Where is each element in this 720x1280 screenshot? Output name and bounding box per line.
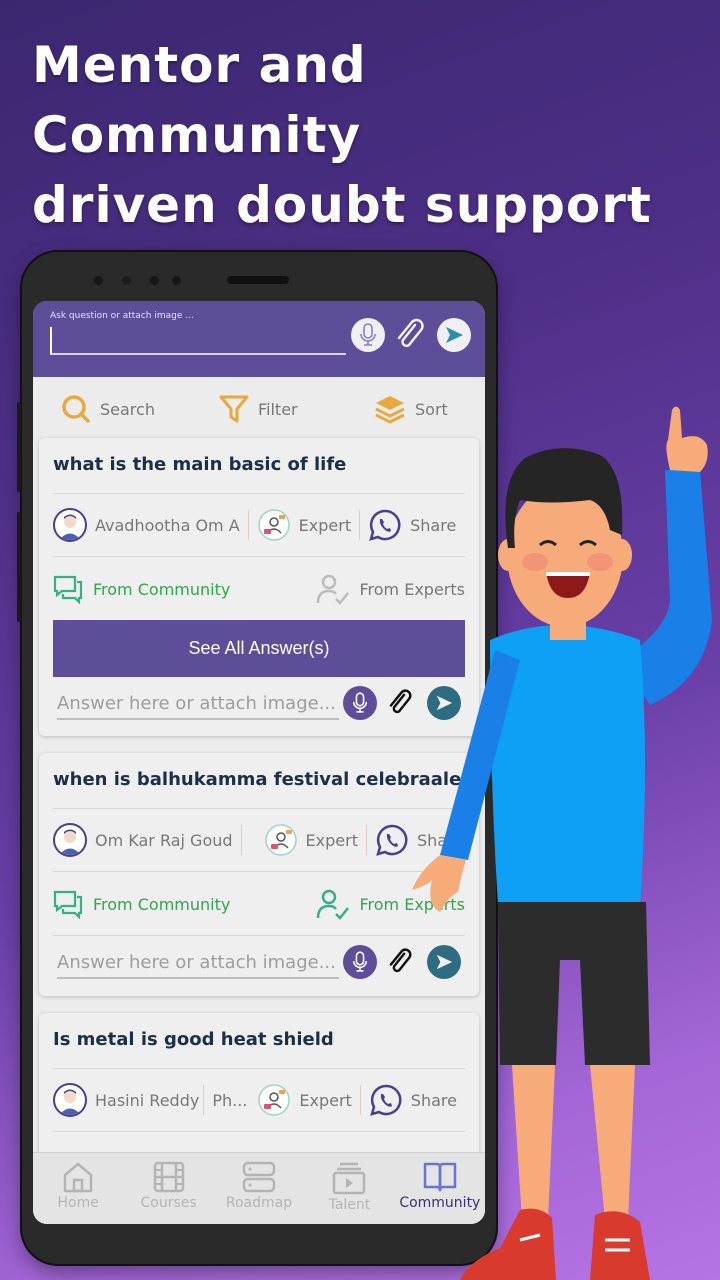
cheek [522, 553, 548, 571]
ask-question-label: Ask question or attach image ... [50, 311, 194, 321]
user-check-icon [316, 574, 349, 605]
search-icon [62, 395, 90, 423]
avatar [53, 1083, 87, 1117]
answer-input[interactable] [57, 688, 339, 720]
from-community-label: From Community [93, 894, 231, 914]
search-button[interactable]: Search [60, 393, 155, 425]
mic-icon [352, 951, 368, 972]
from-community-button[interactable]: From Community [53, 574, 230, 604]
ask-mic-button[interactable] [351, 318, 385, 352]
cartoon-student-illustration [412, 406, 712, 1280]
filter-icon [219, 395, 249, 423]
separator [365, 825, 367, 855]
shorts [498, 902, 650, 1065]
nav-home[interactable]: Home [33, 1153, 123, 1224]
whatsapp-icon [369, 1084, 402, 1116]
paperclip-icon [397, 318, 424, 348]
phone-side-button [17, 512, 21, 622]
phone-sensor [94, 276, 103, 285]
author[interactable]: Om Kar Raj Goud [53, 823, 233, 857]
author[interactable]: Avadhootha Om A [53, 508, 240, 542]
author-name: Avadhootha Om A [95, 515, 240, 535]
answer-mic-button[interactable] [343, 945, 377, 979]
mic-icon [352, 692, 368, 713]
author-name: Om Kar Raj Goud [95, 830, 233, 850]
user-avatar-icon [59, 1089, 81, 1115]
film-icon [153, 1161, 184, 1193]
ask-attach-button[interactable] [393, 318, 427, 352]
separator [359, 1085, 361, 1115]
mic-icon [360, 323, 376, 346]
pointing-hand [666, 406, 708, 472]
separator [203, 1085, 205, 1115]
teeth [546, 572, 590, 576]
separator [240, 825, 242, 855]
author-name: Hasini Reddy [95, 1090, 200, 1110]
sneaker [460, 1208, 556, 1280]
whatsapp-icon [369, 509, 401, 541]
cheek [587, 553, 613, 571]
avatar [53, 823, 87, 857]
phone-sensor [172, 276, 181, 285]
answer-input[interactable] [57, 947, 339, 979]
expert-support-icon [258, 1084, 291, 1116]
home-icon [63, 1162, 93, 1193]
filter-label: Filter [258, 399, 298, 419]
question-title[interactable]: what is the main basic of life [53, 454, 346, 475]
expert-label: Expert [305, 830, 358, 850]
avatar [53, 508, 87, 542]
expert-button[interactable]: Expert [257, 1083, 352, 1117]
chat-bubbles-icon [53, 575, 83, 604]
phone-sensor [150, 276, 159, 285]
answer-mic-button[interactable] [343, 686, 377, 720]
nav-courses[interactable]: Courses [123, 1153, 213, 1224]
ask-question-input[interactable] [50, 327, 346, 355]
separator [359, 510, 361, 540]
user-avatar-icon [59, 514, 81, 540]
expert-label: Expert [299, 1090, 352, 1110]
sneaker [590, 1211, 650, 1280]
chat-bubbles-icon [53, 890, 83, 919]
filter-button[interactable]: Filter [218, 393, 298, 425]
nav-roadmap[interactable]: Roadmap [214, 1153, 304, 1224]
nav-home-label: Home [57, 1195, 99, 1211]
ear [612, 539, 632, 571]
expert-support-icon [264, 824, 297, 856]
nav-talent[interactable]: Talent [304, 1153, 394, 1224]
from-community-button[interactable]: From Community [53, 889, 230, 919]
question-title[interactable]: Is metal is good heat shield [53, 1029, 334, 1050]
phone-speaker [227, 276, 289, 284]
expert-button[interactable]: Expert [257, 508, 351, 542]
ask-send-button[interactable] [437, 318, 471, 352]
expert-label: Expert [298, 515, 352, 535]
nav-talent-label: Talent [328, 1197, 371, 1213]
nav-courses-label: Courses [140, 1195, 197, 1211]
send-icon [446, 327, 463, 343]
server-icon [242, 1161, 276, 1193]
video-stack-icon [333, 1162, 366, 1195]
open-hand [412, 855, 466, 912]
search-label: Search [100, 399, 155, 419]
headline-line-2: driven doubt support [32, 176, 652, 234]
leg [590, 1065, 635, 1220]
author[interactable]: Hasini Reddy [53, 1083, 199, 1117]
phone-camera [122, 276, 131, 285]
headline-line-1: Mentor and Community [32, 36, 367, 164]
expert-button[interactable]: Expert [264, 823, 358, 857]
separator [247, 510, 249, 540]
leg [512, 1065, 555, 1220]
author-subject: Ph... [212, 1090, 248, 1110]
phone-side-button [17, 402, 21, 492]
nav-roadmap-label: Roadmap [225, 1195, 293, 1211]
expert-support-icon [257, 509, 290, 541]
user-check-icon [316, 889, 349, 920]
user-avatar-icon [59, 829, 81, 855]
from-community-label: From Community [93, 579, 231, 599]
ask-question-bar: Ask question or attach image ... [33, 301, 485, 377]
